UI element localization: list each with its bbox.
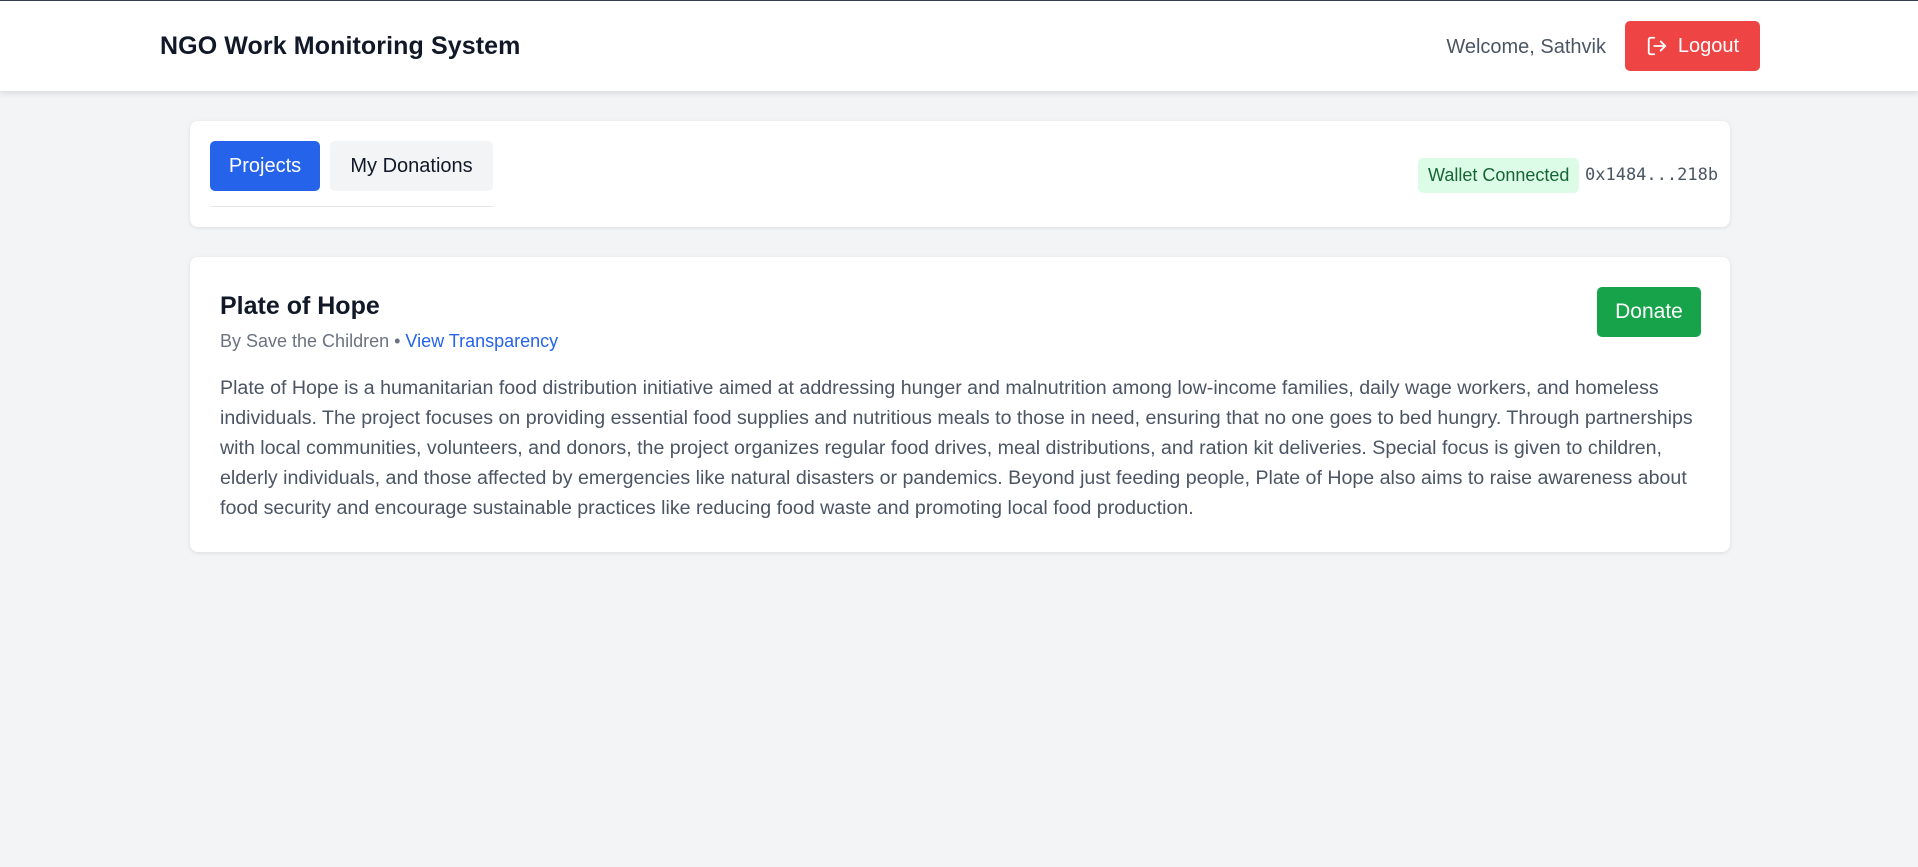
donate-button[interactable]: Donate — [1597, 287, 1701, 337]
project-organization: By Save the Children • — [220, 331, 401, 351]
project-meta: By Save the Children • View Transparency — [220, 331, 558, 352]
logout-button[interactable]: Logout — [1625, 21, 1760, 71]
project-title: Plate of Hope — [220, 292, 380, 320]
tab-bar: Projects My Donations — [210, 141, 494, 207]
tab-my-donations[interactable]: My Donations — [330, 141, 493, 191]
navbar: NGO Work Monitoring System Welcome, Sath… — [0, 1, 1918, 91]
project-description: Plate of Hope is a humanitarian food dis… — [220, 377, 1693, 519]
wallet-address: 0x1484...218b — [1585, 165, 1719, 185]
project-card: Plate of Hope By Save the Children • Vie… — [190, 257, 1730, 552]
logout-icon — [1646, 35, 1668, 57]
wallet-status-badge: Wallet Connected — [1418, 158, 1580, 193]
view-transparency-link[interactable]: View Transparency — [405, 331, 558, 351]
tabs-card: Projects My Donations Wallet Connected 0… — [190, 121, 1730, 227]
tab-projects[interactable]: Projects — [210, 141, 320, 191]
app-title: NGO Work Monitoring System — [160, 32, 521, 60]
logout-label: Logout — [1677, 34, 1740, 57]
welcome-text: Welcome, Sathvik — [1446, 36, 1606, 58]
